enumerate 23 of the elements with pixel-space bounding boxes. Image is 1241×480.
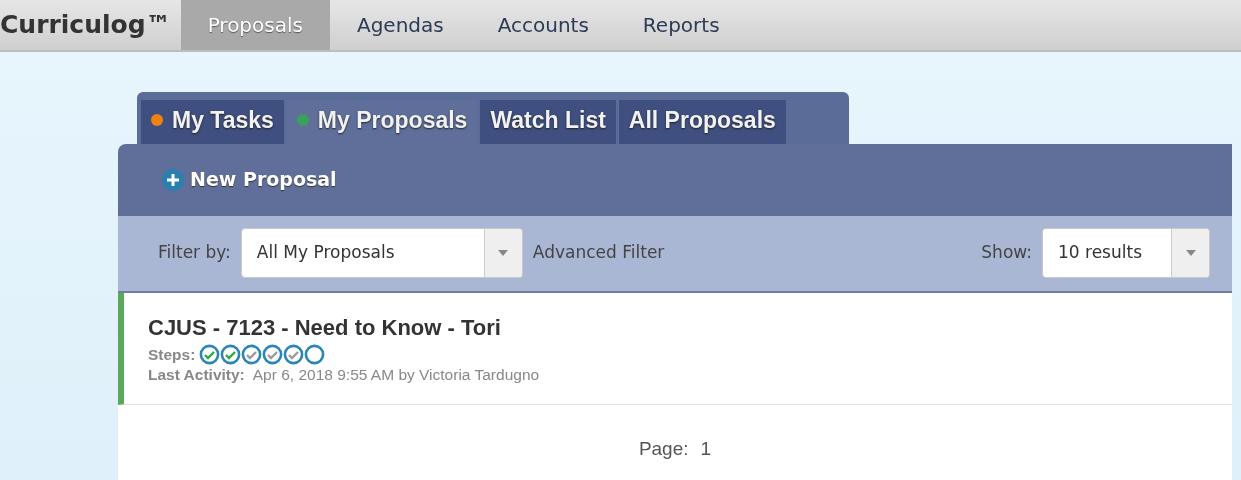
nav-tab[interactable]: Agendas xyxy=(329,0,471,50)
show-label: Show: xyxy=(981,241,1032,265)
results-dropdown[interactable]: 10 results xyxy=(1042,228,1210,278)
activity-text: Apr 6, 2018 9:55 AM by Victoria Tardugno xyxy=(252,364,540,384)
filter-dropdown[interactable]: All My Proposals xyxy=(240,228,523,278)
new-proposal-button[interactable]: New Proposal xyxy=(162,165,337,194)
advanced-filter-link[interactable]: Advanced Filter xyxy=(532,240,665,266)
caret-icon xyxy=(1185,250,1196,256)
page-link[interactable]: 1 xyxy=(700,434,712,480)
proposal-title[interactable]: CJUS - 7123 - Need to Know - Tori xyxy=(148,310,1208,344)
steps-label: Steps: xyxy=(148,344,196,364)
page-label: Page: xyxy=(638,436,689,461)
nav-tab[interactable]: Reports xyxy=(615,0,747,50)
activity-label: Last Activity: xyxy=(148,364,245,384)
plus-icon xyxy=(162,168,184,191)
app-logo: Curriculog™ xyxy=(0,9,172,42)
filter-label: Filter by: xyxy=(158,241,231,265)
caret-icon xyxy=(498,250,509,256)
nav-tab[interactable]: Accounts xyxy=(470,0,616,50)
tab[interactable]: All Proposals xyxy=(618,100,786,144)
tab[interactable]: Watch List xyxy=(480,100,616,144)
tab[interactable]: My Tasks xyxy=(141,100,284,144)
proposal-row[interactable]: CJUS - 7123 - Need to Know - Tori Steps: Last Activity: Apr 6, 2018 9:55 AM by Victoria Tardugno xyxy=(118,292,1232,405)
